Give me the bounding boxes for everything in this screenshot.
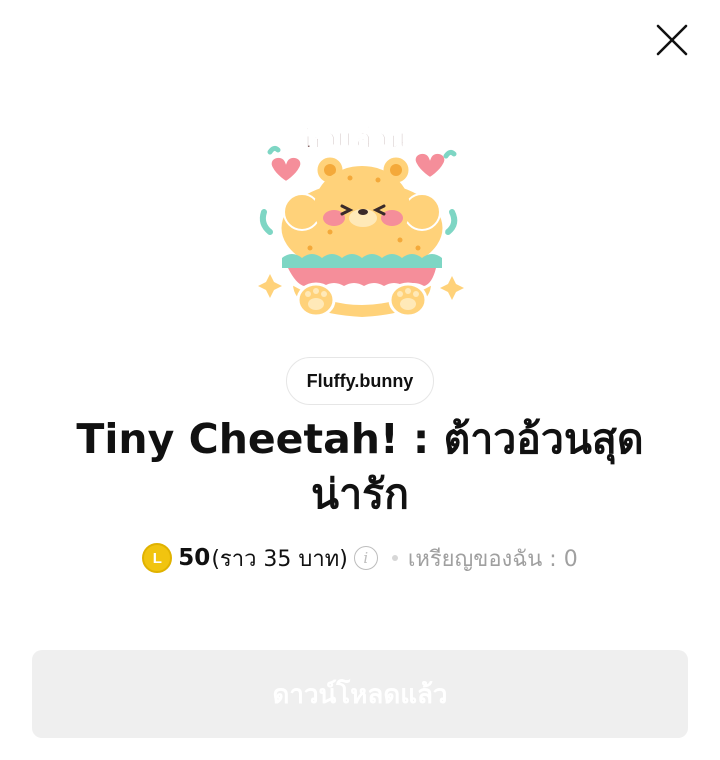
separator-dot	[391, 555, 398, 561]
cheetah-sticker-icon: หิวแล้วนะ	[258, 122, 464, 320]
price-approx: (ราว 35 บาท)	[211, 546, 348, 572]
price-row: L 50 (ราว 35 บาท) i เหรียญของฉัน : 0	[0, 540, 720, 576]
close-icon	[656, 24, 688, 56]
sticker-caption: หิวแล้วนะ	[302, 122, 421, 155]
close-button[interactable]	[648, 16, 696, 64]
my-coins-label: เหรียญของฉัน : 0	[407, 546, 578, 572]
downloaded-button[interactable]: ดาวน์โหลดแล้ว	[32, 650, 688, 738]
author-link[interactable]: Fluffy.bunny	[286, 357, 434, 405]
sticker-title: Tiny Cheetah! : ต้าวอ้วนสุดน่ารัก	[76, 415, 644, 518]
coin-icon: L	[142, 543, 173, 573]
info-icon[interactable]: i	[353, 546, 378, 570]
price-value: 50	[178, 545, 211, 571]
